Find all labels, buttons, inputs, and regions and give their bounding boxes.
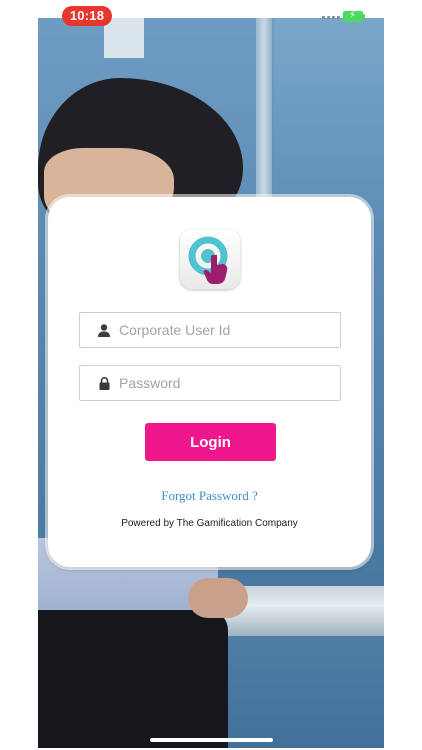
status-time: 10:18 [62, 6, 112, 26]
forgot-password-link[interactable]: Forgot Password ? [48, 488, 371, 504]
battery-icon: ⚡ [343, 10, 365, 22]
home-indicator[interactable] [150, 738, 273, 742]
photo-person-skirt [38, 610, 228, 748]
powered-by-text: Powered by The Gamification Company [121, 518, 298, 529]
login-screen: 10:18 ⚡ Corporate User Id Login Forgot P… [0, 0, 422, 750]
photo-window-mullion [256, 18, 272, 218]
login-card: Login Forgot Password ? Powered by The G… [48, 197, 371, 567]
user-id-input[interactable] [119, 322, 329, 338]
lock-icon [97, 376, 111, 390]
charging-bolt-icon: ⚡ [349, 10, 357, 21]
photo-window-glass [274, 18, 384, 218]
photo-window-frame [104, 18, 144, 58]
password-input[interactable] [119, 375, 329, 391]
signal-icon [322, 16, 340, 19]
app-logo-graphic [188, 236, 228, 284]
user-icon [97, 323, 111, 337]
photo-person-arm [188, 578, 248, 618]
app-logo-icon [180, 229, 240, 289]
user-id-field[interactable] [79, 312, 341, 348]
login-button[interactable]: Login [145, 423, 276, 461]
password-field[interactable] [79, 365, 341, 401]
